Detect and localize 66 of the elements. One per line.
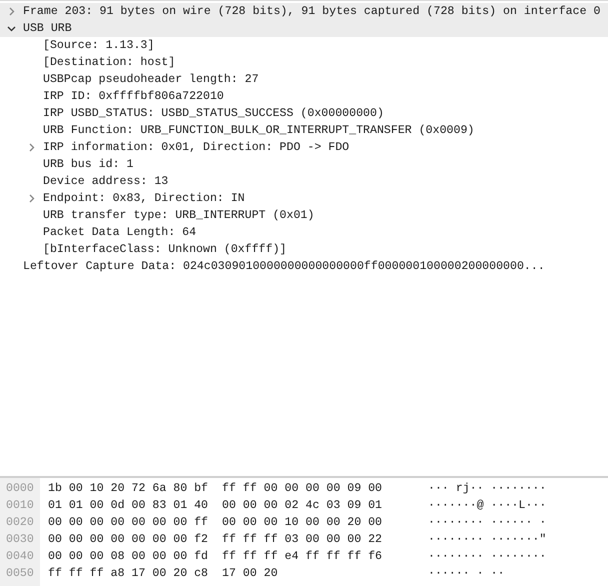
tree-row[interactable]: URB transfer type: URB_INTERRUPT (0x01): [0, 207, 608, 224]
tree-row[interactable]: Frame 203: 91 bytes on wire (728 bits), 91 bytes captured (728 bits) on interface 0: [0, 3, 608, 20]
tree-item-label: IRP information: 0x01, Direction: PDO -> FDO: [43, 141, 350, 154]
hex-bytes: ff ff ff a8 17 00 20 c8: [48, 567, 208, 580]
tree-row[interactable]: URB Function: URB_FUNCTION_BULK_OR_INTERRUPT_TRANSFER (0x0009): [0, 122, 608, 139]
byte-offset: 0030: [5, 533, 35, 546]
tree-row[interactable]: IRP information: 0x01, Direction: PDO -> FDO: [0, 139, 608, 156]
tree-row[interactable]: [Destination: host]: [0, 54, 608, 71]
ascii-bytes: ········: [490, 482, 546, 495]
tree-item-label: Endpoint: 0x83, Direction: IN: [43, 192, 245, 205]
byte-offset: 0020: [5, 516, 35, 529]
tree-item-label: Frame 203: 91 bytes on wire (728 bits), 91 bytes captured (728 bits) on interface 0: [23, 5, 600, 18]
byte-offset: 0010: [5, 499, 35, 512]
tree-item-label: Leftover Capture Data: 024c0309010000000000000000ff000000100000200000000...: [23, 260, 545, 273]
hex-bytes: ff ff ff e4 ff ff ff f6: [222, 550, 382, 563]
ascii-bytes: ······ ·: [428, 567, 484, 580]
hex-bytes: 1b 00 10 20 72 6a 80 bf: [48, 482, 208, 495]
chevron-right-icon[interactable]: [27, 143, 36, 152]
tree-item-label: Packet Data Length: 64: [43, 226, 196, 239]
tree-item-label: IRP USBD_STATUS: USBD_STATUS_SUCCESS (0x00000000): [43, 107, 384, 120]
ascii-bytes: ········: [490, 550, 546, 563]
tree-row[interactable]: URB bus id: 1: [0, 156, 608, 173]
tree-row[interactable]: USBPcap pseudoheader length: 27: [0, 71, 608, 88]
ascii-bytes: ··· rj··: [428, 482, 484, 495]
tree-row[interactable]: Packet Data Length: 64: [0, 224, 608, 241]
tree-row[interactable]: IRP USBD_STATUS: USBD_STATUS_SUCCESS (0x00000000): [0, 105, 608, 122]
tree-row[interactable]: Device address: 13: [0, 173, 608, 190]
byte-offset: 0050: [5, 567, 35, 580]
hex-bytes: 17 00 20: [222, 567, 278, 580]
hex-bytes: 00 00 00 00 00 00 00 f2: [48, 533, 208, 546]
tree-row[interactable]: [Source: 1.13.3]: [0, 37, 608, 54]
tree-row[interactable]: Leftover Capture Data: 024c0309010000000000000000ff000000100000200000000...: [0, 258, 608, 275]
tree-row[interactable]: Endpoint: 0x83, Direction: IN: [0, 190, 608, 207]
tree-row[interactable]: [bInterfaceClass: Unknown (0xffff)]: [0, 241, 608, 258]
tree-item-label: [Source: 1.13.3]: [43, 39, 154, 52]
ascii-bytes: ········: [428, 516, 484, 529]
hex-bytes: 00 00 00 00 00 00 00 ff: [48, 516, 208, 529]
tree-item-label: URB transfer type: URB_INTERRUPT (0x01): [43, 209, 314, 222]
ascii-bytes: ········: [428, 550, 484, 563]
tree-item-label: URB bus id: 1: [43, 158, 134, 171]
hex-bytes: 01 01 00 0d 00 83 01 40: [48, 499, 208, 512]
tree-item-label: [bInterfaceClass: Unknown (0xffff)]: [43, 243, 287, 256]
byte-offset: 0040: [5, 550, 35, 563]
tree-item-label: USBPcap pseudoheader length: 27: [43, 73, 259, 86]
tree-item-label: IRP ID: 0xffffbf806a722010: [43, 90, 224, 103]
tree-item-label: URB Function: URB_FUNCTION_BULK_OR_INTERRUPT_TRANSFER (0x0009): [43, 124, 474, 137]
tree-row[interactable]: USB URB: [0, 20, 608, 37]
tree-row[interactable]: IRP ID: 0xffffbf806a722010: [0, 88, 608, 105]
ascii-bytes: ·······": [490, 533, 546, 546]
chevron-right-icon[interactable]: [7, 7, 16, 16]
ascii-bytes: ········: [428, 533, 484, 546]
hex-bytes: 00 00 00 10 00 00 20 00: [222, 516, 382, 529]
hex-bytes: 00 00 00 08 00 00 00 fd: [48, 550, 208, 563]
ascii-bytes: ··: [490, 567, 506, 580]
hex-bytes: ff ff ff 03 00 00 00 22: [222, 533, 382, 546]
hex-bytes: ff ff 00 00 00 00 09 00: [222, 482, 382, 495]
ascii-bytes: ······ ·: [490, 516, 546, 529]
tree-item-label: Device address: 13: [43, 175, 168, 188]
hex-bytes: 00 00 00 02 4c 03 09 01: [222, 499, 382, 512]
tree-item-label: USB URB: [23, 22, 72, 35]
ascii-bytes: ····L···: [490, 499, 546, 512]
ascii-bytes: ·······@: [428, 499, 484, 512]
chevron-right-icon[interactable]: [27, 194, 36, 203]
tree-item-label: [Destination: host]: [43, 56, 176, 69]
byte-offset: 0000: [5, 482, 35, 495]
chevron-down-icon[interactable]: [7, 24, 16, 33]
